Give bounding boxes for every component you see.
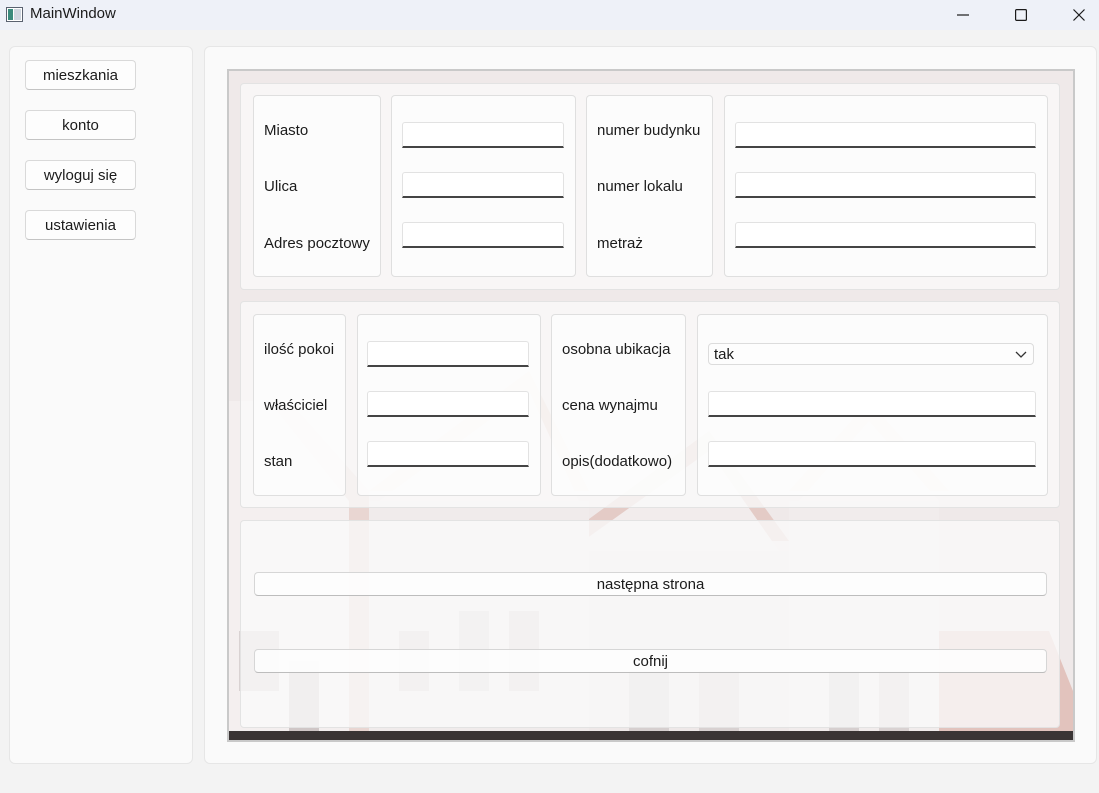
rooms-count-input[interactable]	[367, 341, 529, 367]
separate-toilet-label: osobna ubikacja	[562, 341, 671, 358]
maximize-icon	[1015, 9, 1027, 21]
sidebar	[9, 46, 193, 764]
app-window-icon	[6, 7, 23, 22]
city-label: Miasto	[264, 122, 309, 139]
sidebar-button-ustawienia[interactable]: ustawienia	[25, 210, 136, 240]
sidebar-button-mieszkania[interactable]: mieszkania	[25, 60, 136, 90]
state-label: stan	[264, 453, 293, 470]
owner-input[interactable]	[367, 391, 529, 417]
area-input[interactable]	[735, 222, 1036, 248]
back-button[interactable]: cofnij	[254, 649, 1047, 673]
maximize-button[interactable]	[992, 0, 1050, 30]
chevron-down-icon	[1015, 351, 1027, 358]
area-label: metraż	[597, 235, 643, 252]
unit-number-input[interactable]	[735, 172, 1036, 198]
postal-address-label: Adres pocztowy	[264, 235, 370, 252]
separate-toilet-select[interactable]: tak	[708, 343, 1034, 365]
description-input[interactable]	[708, 441, 1036, 467]
close-button[interactable]	[1050, 0, 1099, 30]
city-input[interactable]	[402, 122, 564, 148]
actions-group	[240, 520, 1060, 728]
building-number-input[interactable]	[735, 122, 1036, 148]
postal-address-input[interactable]	[402, 222, 564, 248]
window-title: MainWindow	[30, 5, 116, 22]
sidebar-button-konto[interactable]: konto	[25, 110, 136, 140]
separate-toilet-value: tak	[714, 346, 735, 363]
unit-number-label: numer lokalu	[597, 178, 683, 195]
street-input[interactable]	[402, 172, 564, 198]
rooms-count-label: ilość pokoi	[264, 341, 335, 358]
close-icon	[1073, 9, 1085, 21]
next-page-button[interactable]: następna strona	[254, 572, 1047, 596]
minimize-button[interactable]	[934, 0, 992, 30]
minimize-icon	[957, 14, 969, 16]
rent-price-label: cena wynajmu	[562, 397, 658, 414]
title-bar: MainWindow	[0, 0, 1099, 30]
state-input[interactable]	[367, 441, 529, 467]
street-label: Ulica	[264, 178, 298, 195]
description-label: opis(dodatkowo)	[562, 453, 673, 470]
sidebar-button-wyloguj[interactable]: wyloguj się	[25, 160, 136, 190]
rent-price-input[interactable]	[708, 391, 1036, 417]
owner-label: właściciel	[264, 397, 328, 414]
building-number-label: numer budynku	[597, 122, 701, 139]
